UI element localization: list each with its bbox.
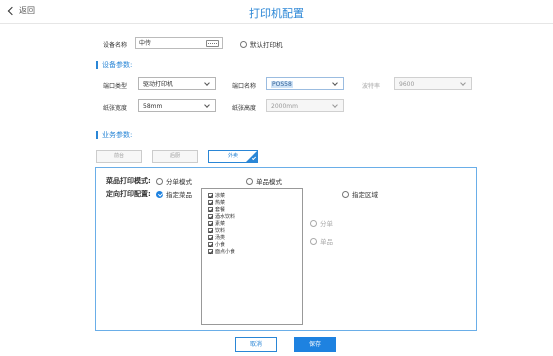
default-printer-radio[interactable]: 默认打印机 <box>240 39 283 49</box>
header-bar: 返回 打印机配置 <box>0 0 553 24</box>
device-name-input[interactable]: 中传 <box>135 37 223 49</box>
baud-label: 波特率 <box>362 83 381 90</box>
business-params-section-title: 业务参数: <box>96 130 132 140</box>
list-item[interactable]: 小食 <box>208 241 225 248</box>
area-single-radio[interactable]: 单品 <box>310 236 333 246</box>
port-name-value: POS58 <box>271 81 293 88</box>
list-item[interactable]: 汤类 <box>208 234 225 241</box>
chevron-down-icon <box>204 102 210 108</box>
baud-select[interactable]: 9600 <box>394 77 472 90</box>
specify-area-label: 指定区域 <box>352 191 378 199</box>
save-button[interactable]: 保存 <box>294 337 336 352</box>
checkbox-checked-icon[interactable] <box>208 221 213 226</box>
paper-height-label: 纸张高度 <box>232 105 257 112</box>
chevron-down-icon <box>204 80 210 86</box>
paper-width-label: 纸张宽度 <box>103 105 128 112</box>
mode-split-radio[interactable]: 分单模式 <box>156 176 192 186</box>
radio-circle-icon <box>240 40 247 48</box>
dish-label: 小食 <box>215 242 226 248</box>
list-item[interactable]: 面点小食 <box>208 248 235 255</box>
mode-single-label: 单品模式 <box>256 178 282 186</box>
dish-label: 凉菜 <box>215 193 226 199</box>
paper-width-select[interactable]: 58mm <box>138 99 216 112</box>
chevron-down-icon <box>460 80 466 86</box>
checkbox-checked-icon[interactable] <box>208 214 213 219</box>
dish-label: 热菜 <box>215 200 226 206</box>
dish-label: 素菜 <box>215 221 226 227</box>
cancel-button[interactable]: 取消 <box>235 337 277 352</box>
area-single-label: 单品 <box>320 238 333 246</box>
default-printer-label: 默认打印机 <box>250 41 283 49</box>
chevron-down-icon <box>332 80 338 86</box>
checkbox-checked-icon[interactable] <box>208 235 213 240</box>
list-item[interactable]: 素菜 <box>208 220 225 227</box>
specify-dish-radio[interactable]: 指定菜品 <box>156 189 192 199</box>
tab-front[interactable]: 前台 <box>96 150 142 163</box>
radio-circle-icon <box>310 237 317 245</box>
section-marker <box>96 131 98 139</box>
list-item[interactable]: 凉菜 <box>208 192 225 199</box>
mode-split-label: 分单模式 <box>166 178 192 186</box>
business-params-title: 业务参数: <box>102 131 133 139</box>
device-params-section-title: 设备参数: <box>96 60 132 70</box>
checkbox-checked-icon[interactable] <box>208 193 213 198</box>
radio-circle-icon <box>156 177 163 185</box>
radio-circle-icon <box>310 219 317 227</box>
port-type-label: 端口类型 <box>103 83 128 90</box>
chevron-down-icon <box>332 102 338 108</box>
list-item[interactable]: 饮料 <box>208 227 225 234</box>
device-name-value: 中传 <box>139 40 152 47</box>
paper-height-value: 2000mm <box>271 103 298 110</box>
dish-label: 酒水饮料 <box>215 214 236 220</box>
section-marker <box>96 61 98 69</box>
dish-label: 套餐 <box>215 207 226 213</box>
list-item[interactable]: 套餐 <box>208 206 225 213</box>
list-item[interactable]: 酒水饮料 <box>208 213 235 220</box>
area-split-label: 分单 <box>320 220 333 228</box>
checkbox-checked-icon[interactable] <box>208 242 213 247</box>
radio-circle-icon <box>342 190 349 198</box>
port-type-select[interactable]: 驱动打印机 <box>138 77 216 90</box>
tab-takeout-label: 外卖 <box>227 153 238 159</box>
dish-label: 面点小食 <box>215 249 236 255</box>
specify-area-radio[interactable]: 指定区域 <box>342 189 378 199</box>
checkbox-checked-icon[interactable] <box>208 249 213 254</box>
mode-single-radio[interactable]: 单品模式 <box>246 176 282 186</box>
tab-kitchen[interactable]: 后厨 <box>152 150 198 163</box>
dish-label: 饮料 <box>215 228 226 234</box>
page-title: 打印机配置 <box>249 7 304 20</box>
paper-height-select[interactable]: 2000mm <box>266 99 344 112</box>
device-params-title: 设备参数: <box>102 61 133 69</box>
paper-width-value: 58mm <box>143 103 163 110</box>
device-name-label: 设备名称 <box>103 42 128 49</box>
port-type-value: 驱动打印机 <box>143 81 174 88</box>
area-split-radio[interactable]: 分单 <box>310 218 333 228</box>
tab-takeout[interactable]: 外卖 <box>208 150 258 163</box>
directed-print-label: 定向打印配置: <box>106 190 151 198</box>
checkbox-checked-icon[interactable] <box>208 200 213 205</box>
keyboard-icon[interactable] <box>206 40 219 47</box>
port-name-select[interactable]: POS58 <box>266 77 344 90</box>
print-mode-label: 菜品打印模式: <box>106 177 151 185</box>
dish-label: 汤类 <box>215 235 226 241</box>
specify-dish-label: 指定菜品 <box>166 191 192 199</box>
checkbox-checked-icon[interactable] <box>208 228 213 233</box>
checkbox-checked-icon[interactable] <box>208 207 213 212</box>
dish-list[interactable]: 凉菜 热菜 套餐 酒水饮料 素菜 饮料 汤类 小食 面点小食 <box>201 188 303 325</box>
radio-circle-icon <box>246 177 253 185</box>
radio-checked-icon <box>156 190 163 198</box>
port-name-label: 端口名称 <box>232 83 257 90</box>
list-item[interactable]: 热菜 <box>208 199 225 206</box>
baud-value: 9600 <box>399 81 415 88</box>
